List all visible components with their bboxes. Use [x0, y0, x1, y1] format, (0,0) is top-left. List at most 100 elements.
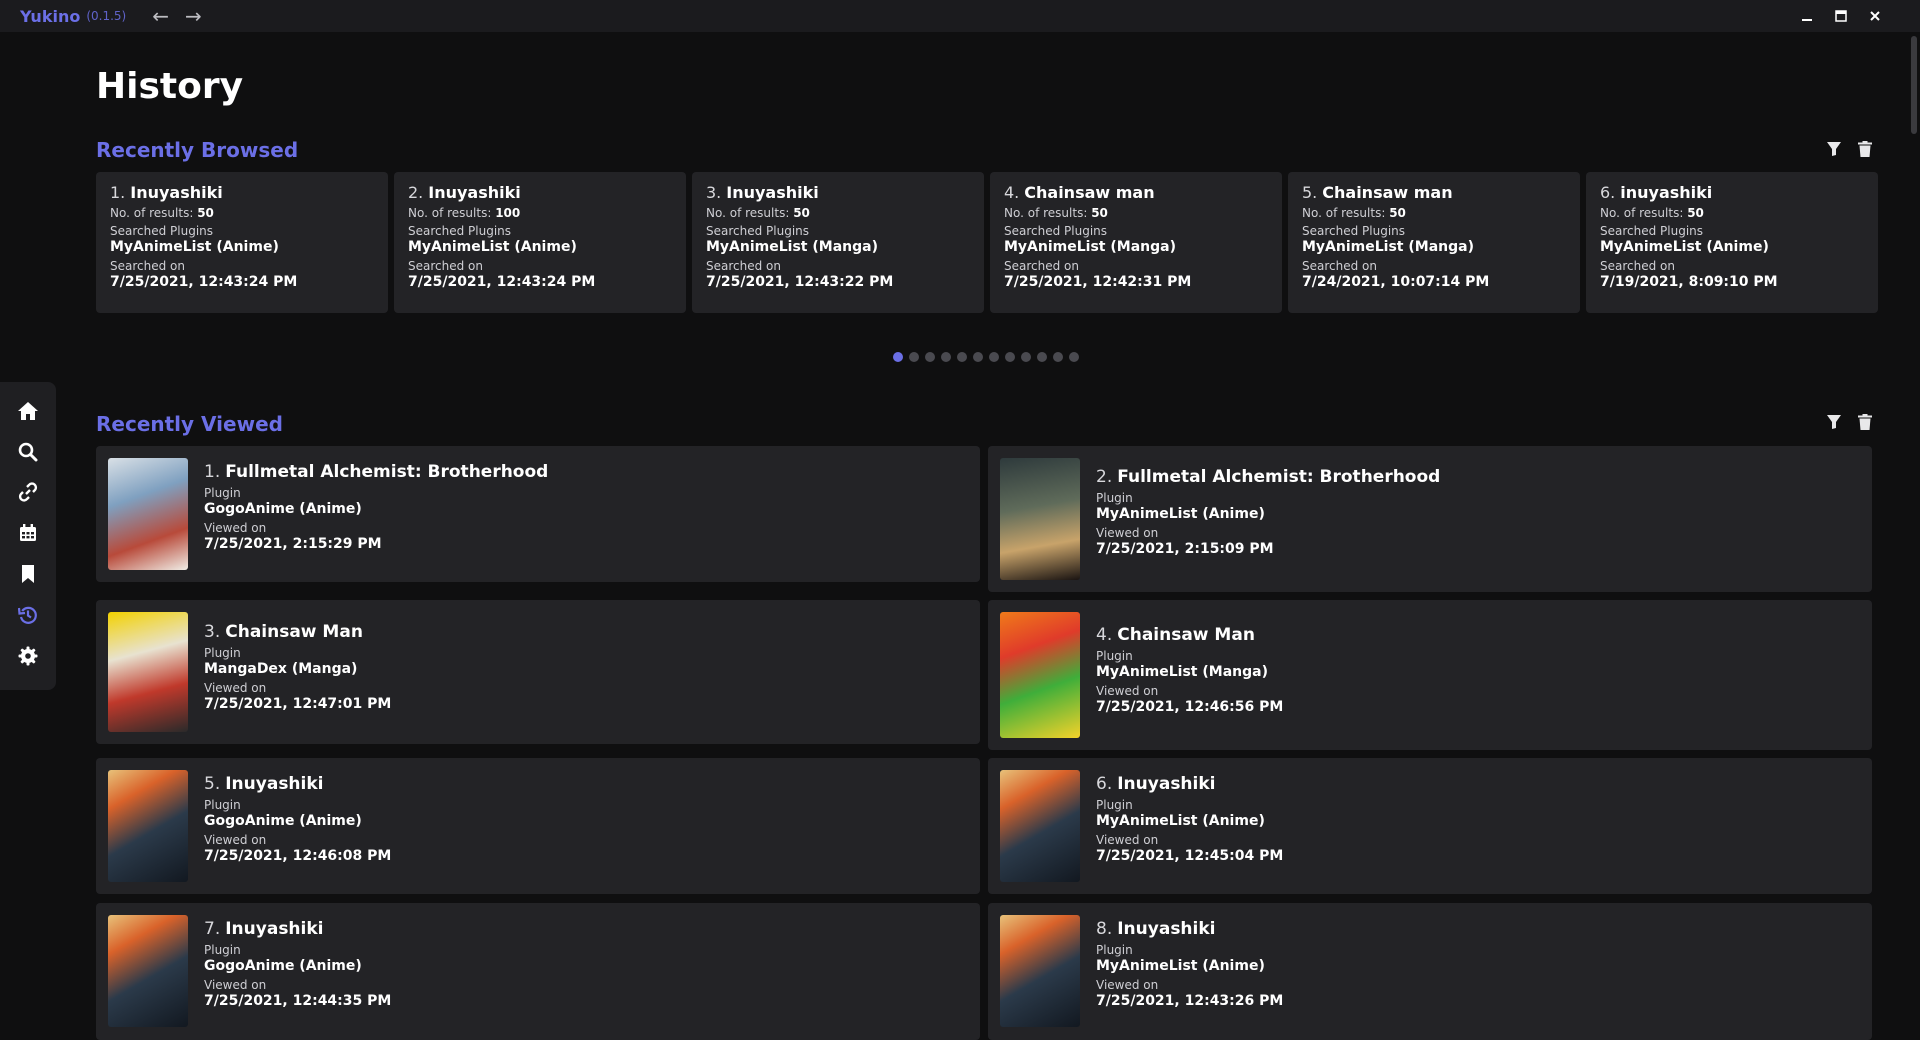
viewed-card[interactable]: 3. Chainsaw Man Plugin MangaDex (Manga) V… [96, 600, 980, 744]
results-label: No. of results: [110, 206, 194, 220]
carousel-dot[interactable] [941, 352, 951, 362]
searched-on-label: Searched on [110, 259, 185, 273]
card-index: 8. [1096, 919, 1113, 939]
viewed-filter-icon[interactable] [1822, 410, 1846, 434]
viewed-card[interactable]: 8. Inuyashiki Plugin MyAnimeList (Anime) … [988, 903, 1872, 1040]
viewed-on-value: 7/25/2021, 2:15:29 PM [204, 536, 382, 552]
viewed-on-label: Viewed on [1096, 526, 1159, 540]
browsed-card[interactable]: 4. Chainsaw man No. of results: 50 Search… [990, 172, 1282, 313]
card-title: Fullmetal Alchemist: Brotherhood [225, 462, 549, 482]
browsed-card[interactable]: 1. Inuyashiki No. of results: 50 Searched… [96, 172, 388, 313]
viewed-card[interactable]: 4. Chainsaw Man Plugin MyAnimeList (Manga… [988, 600, 1872, 750]
card-index: 4. [1096, 625, 1113, 645]
card-index: 3. [706, 183, 722, 202]
carousel-dot[interactable] [973, 352, 983, 362]
chainsaw-man-cover-thumbnail [108, 612, 188, 732]
carousel-dot[interactable] [1069, 352, 1079, 362]
searched-on-label: Searched on [1600, 259, 1675, 273]
fma-cover-thumbnail [1000, 458, 1080, 580]
forward-arrow-icon[interactable]: → [185, 4, 202, 28]
plugin-label: Plugin [1096, 798, 1133, 812]
viewed-card[interactable]: 2. Fullmetal Alchemist: Brotherhood Plugi… [988, 446, 1872, 592]
inuyashiki-cover-thumbnail [1000, 770, 1080, 882]
app-name: Yukino [20, 6, 81, 26]
inuyashiki-cover-thumbnail [108, 915, 188, 1027]
card-title: Inuyashiki [225, 919, 324, 939]
card-title: Chainsaw Man [1117, 625, 1255, 645]
calendar-icon[interactable] [0, 513, 56, 553]
viewed-card[interactable]: 1. Fullmetal Alchemist: Brotherhood Plugi… [96, 446, 980, 582]
maximize-button[interactable] [1824, 4, 1858, 28]
searched-on-value: 7/25/2021, 12:42:31 PM [1004, 274, 1192, 290]
viewed-on-value: 7/25/2021, 12:47:01 PM [204, 696, 392, 712]
minimize-button[interactable] [1790, 4, 1824, 28]
card-index: 6. [1096, 774, 1113, 794]
viewed-on-label: Viewed on [1096, 833, 1159, 847]
history-icon[interactable] [0, 595, 56, 635]
carousel-dot[interactable] [893, 352, 903, 362]
back-arrow-icon[interactable]: ← [152, 4, 169, 28]
card-index: 5. [1302, 183, 1318, 202]
plugin-label: Plugin [204, 646, 241, 660]
plugin-value: MyAnimeList (Manga) [1004, 239, 1176, 255]
carousel-dot[interactable] [1021, 352, 1031, 362]
carousel-dot[interactable] [989, 352, 999, 362]
plugins-label: Searched Plugins [1302, 224, 1406, 238]
results-label: No. of results: [1302, 206, 1386, 220]
card-index: 1. [110, 183, 126, 202]
searched-on-value: 7/24/2021, 10:07:14 PM [1302, 274, 1490, 290]
viewed-on-value: 7/25/2021, 12:44:35 PM [204, 993, 392, 1009]
carousel-dot[interactable] [909, 352, 919, 362]
searched-on-label: Searched on [1004, 259, 1079, 273]
carousel-dot[interactable] [1037, 352, 1047, 362]
viewed-on-label: Viewed on [1096, 978, 1159, 992]
bookmark-icon[interactable] [0, 554, 56, 594]
viewed-on-label: Viewed on [204, 833, 267, 847]
card-index: 3. [204, 622, 221, 642]
plugin-value: MyAnimeList (Anime) [1096, 813, 1265, 829]
card-title: Chainsaw Man [225, 622, 363, 642]
settings-icon[interactable] [0, 636, 56, 676]
browsed-delete-icon[interactable] [1853, 137, 1877, 161]
card-index: 7. [204, 919, 221, 939]
plugin-value: GogoAnime (Anime) [204, 501, 362, 517]
viewed-card[interactable]: 6. Inuyashiki Plugin MyAnimeList (Anime) … [988, 758, 1872, 894]
viewed-on-label: Viewed on [204, 521, 267, 535]
searched-on-label: Searched on [408, 259, 483, 273]
carousel-dot[interactable] [1005, 352, 1015, 362]
card-query: inuyashiki [1620, 183, 1713, 202]
plugin-value: MyAnimeList (Anime) [408, 239, 577, 255]
viewed-delete-icon[interactable] [1853, 410, 1877, 434]
card-query: Chainsaw man [1024, 183, 1155, 202]
results-value: 50 [197, 206, 214, 220]
title-bar: Yukino (0.1.5) ← → [0, 0, 1920, 32]
home-icon[interactable] [0, 391, 56, 431]
browsed-card[interactable]: 3. Inuyashiki No. of results: 50 Searched… [692, 172, 984, 313]
plugin-value: MyAnimeList (Anime) [1600, 239, 1769, 255]
close-button[interactable] [1858, 4, 1892, 28]
plugin-label: Plugin [1096, 491, 1133, 505]
card-title: Inuyashiki [1117, 919, 1216, 939]
viewed-card[interactable]: 5. Inuyashiki Plugin GogoAnime (Anime) Vi… [96, 758, 980, 894]
viewed-card[interactable]: 7. Inuyashiki Plugin GogoAnime (Anime) Vi… [96, 903, 980, 1040]
carousel-dot[interactable] [1053, 352, 1063, 362]
searched-on-label: Searched on [706, 259, 781, 273]
plugins-label: Searched Plugins [110, 224, 214, 238]
browsed-filter-icon[interactable] [1822, 137, 1846, 161]
carousel-dot[interactable] [925, 352, 935, 362]
browsed-card[interactable]: 6. inuyashiki No. of results: 50 Searched… [1586, 172, 1878, 313]
searched-on-value: 7/25/2021, 12:43:24 PM [110, 274, 298, 290]
browsed-card[interactable]: 2. Inuyashiki No. of results: 100 Searche… [394, 172, 686, 313]
browsed-card[interactable]: 5. Chainsaw man No. of results: 50 Search… [1288, 172, 1580, 313]
scrollbar-thumb[interactable] [1911, 36, 1917, 134]
scrollbar[interactable] [1908, 32, 1920, 1040]
plugin-value: MyAnimeList (Manga) [1096, 664, 1268, 680]
card-query: Chainsaw man [1322, 183, 1453, 202]
searched-on-value: 7/19/2021, 8:09:10 PM [1600, 274, 1778, 290]
inuyashiki-cover-thumbnail [108, 770, 188, 882]
plugin-value: MyAnimeList (Anime) [1096, 958, 1265, 974]
carousel-dot[interactable] [957, 352, 967, 362]
plugin-value: MyAnimeList (Anime) [1096, 506, 1265, 522]
search-icon[interactable] [0, 432, 56, 472]
link-icon[interactable] [0, 472, 56, 512]
